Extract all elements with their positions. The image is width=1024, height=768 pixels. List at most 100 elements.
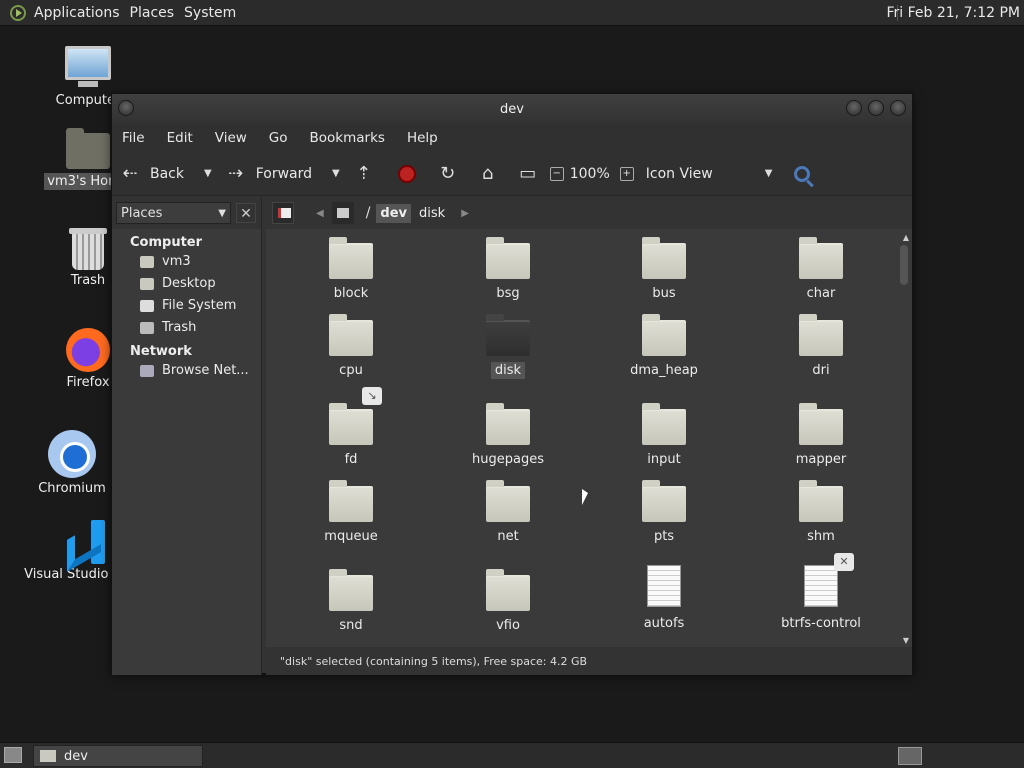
forward-history-dropdown[interactable]: ▼ [332,168,340,179]
mate-logo-icon[interactable] [10,4,26,21]
file-item[interactable]: ✕ btrfs-control [766,553,876,632]
desktop-icon-label: Firefox [66,375,110,390]
chromium-icon [48,430,96,478]
folder-icon [642,314,686,356]
file-item[interactable]: mapper [766,403,876,468]
edit-location-icon[interactable] [272,202,294,224]
computer-icon[interactable]: ▭ [518,163,538,184]
sidebar-item-desktop[interactable]: Desktop [112,272,261,294]
file-item[interactable]: shm [766,480,876,545]
path-scroll-right-icon[interactable]: ▶ [461,208,469,219]
sidebar-item-file-system[interactable]: File System [112,294,261,316]
file-item[interactable]: snd [296,569,406,634]
file-item[interactable]: mqueue [296,480,406,545]
sidebar-item-label: Trash [162,320,197,335]
menu-places[interactable]: Places [128,5,183,21]
up-arrow-icon[interactable]: ⇡ [354,163,374,184]
zoom-out-icon[interactable]: − [549,166,564,181]
folder-icon [642,403,686,445]
scroll-down-icon[interactable]: ▼ [903,636,909,645]
scroll-up-icon[interactable]: ▲ [903,233,909,242]
menu-go[interactable]: Go [269,130,288,146]
file-item[interactable]: block [296,237,406,302]
window-menu-button[interactable] [118,100,134,116]
top-menu: Applications Places System [0,0,244,26]
desktop-folder-icon [140,277,154,290]
file-item[interactable]: net [453,480,563,545]
sidebar-heading-computer: Computer [130,235,203,250]
computer-icon [65,46,111,87]
show-desktop-icon[interactable] [4,747,22,763]
folder-icon [799,403,843,445]
titlebar[interactable]: dev [112,94,912,124]
sidebar-item-browse-network[interactable]: Browse Net... [112,359,261,381]
view-mode-select[interactable]: Icon View [646,166,713,182]
home-icon [140,255,154,268]
clock[interactable]: Fri Feb 21, 7:12 PM [887,0,1021,26]
breadcrumb-dev[interactable]: dev [376,203,412,223]
menu-file[interactable]: File [122,130,145,146]
path-scroll-left-icon[interactable]: ◀ [316,208,324,219]
forward-button[interactable]: ⇢ Forward [226,163,312,184]
desktop-icon-chromium[interactable]: Chromium [27,430,117,497]
file-item[interactable]: char [766,237,876,302]
file-item[interactable]: bus [609,237,719,302]
minimize-button[interactable] [846,100,862,116]
back-history-dropdown[interactable]: ▼ [204,168,212,179]
chevron-down-icon: ▼ [218,207,226,219]
breadcrumb-disk[interactable]: disk [415,204,449,223]
taskbar-button-dev[interactable]: dev [33,745,203,767]
vscode-icon [63,520,107,564]
sidebar-item-label: vm3 [162,254,191,269]
vertical-scrollbar[interactable] [900,245,908,285]
folder-icon [486,480,530,522]
folder-icon [799,314,843,356]
text-file-icon [804,565,838,607]
file-item[interactable]: vfio [453,569,563,634]
search-icon[interactable] [794,165,811,182]
sidebar-item-trash[interactable]: Trash [112,316,261,338]
file-item[interactable]: input [609,403,719,468]
menu-edit[interactable]: Edit [167,130,193,146]
sidebar-item-label: Browse Net... [162,363,249,378]
file-icon-view[interactable]: block bsg bus char cpu disk dma_heap dri… [266,229,912,647]
workspace-switcher[interactable] [898,747,922,765]
menu-system[interactable]: System [182,5,244,21]
file-item[interactable]: pts [609,480,719,545]
path-root-button[interactable] [331,202,354,224]
home-icon[interactable]: ⌂ [478,163,498,184]
file-item[interactable]: autofs [609,565,719,632]
file-name: shm [807,529,835,544]
zoom-in-icon[interactable]: + [619,166,634,181]
file-item[interactable]: ↘ fd [296,387,406,468]
file-item[interactable]: dma_heap [609,314,719,379]
drive-icon [140,299,154,312]
stop-icon[interactable] [397,164,416,183]
view-mode-dropdown[interactable]: ▼ [765,168,773,179]
sidebar-header: Places ▼ ✕ [112,197,261,229]
menu-bookmarks[interactable]: Bookmarks [310,130,385,146]
file-item[interactable]: hugepages [453,403,563,468]
file-item[interactable]: cpu [296,314,406,379]
close-sidebar-button[interactable]: ✕ [236,203,256,223]
menu-applications[interactable]: Applications [32,5,128,21]
menu-view[interactable]: View [215,130,247,146]
file-name: fd [344,452,358,467]
reload-icon[interactable]: ↻ [438,163,458,184]
back-label: Back [150,165,184,182]
sidebar-selector[interactable]: Places ▼ [116,202,231,224]
maximize-button[interactable] [868,100,884,116]
menu-help[interactable]: Help [407,130,438,146]
file-item-selected[interactable]: disk [453,314,563,379]
file-name: snd [339,618,363,633]
back-button[interactable]: ⇠ Back [120,163,184,184]
file-item[interactable]: bsg [453,237,563,302]
drive-icon [336,208,349,218]
top-panel: Applications Places System Fri Feb 21, 7… [0,0,1024,26]
file-name: autofs [643,616,685,631]
close-button[interactable] [890,100,906,116]
zoom-level[interactable]: 100% [570,166,610,182]
sidebar-item-vm3[interactable]: vm3 [112,250,261,272]
file-name: mapper [795,452,847,467]
file-item[interactable]: dri [766,314,876,379]
